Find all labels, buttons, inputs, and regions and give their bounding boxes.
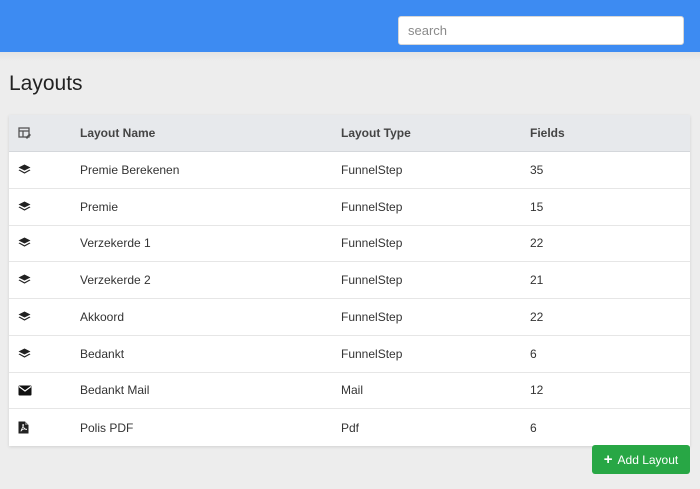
- table-header: Layout Name Layout Type Fields: [9, 115, 690, 152]
- layout-type-cell: FunnelStep: [341, 346, 403, 361]
- layout-type-cell: FunnelStep: [341, 236, 403, 251]
- layers-icon: [9, 237, 80, 249]
- page-title: Layouts: [9, 72, 83, 95]
- layers-icon: [9, 164, 80, 176]
- fields-count-cell: 22: [530, 236, 544, 251]
- table-edit-icon: [9, 126, 80, 140]
- layout-type-cell: Pdf: [341, 420, 360, 435]
- search-input[interactable]: [398, 16, 684, 45]
- column-header-fields[interactable]: Fields: [530, 126, 690, 140]
- layouts-table: Layout Name Layout Type Fields Premie Be…: [9, 115, 690, 446]
- navbar-divider: [0, 52, 700, 61]
- layout-type-cell: Mail: [341, 383, 364, 398]
- layout-name-cell[interactable]: Verzekerde 2: [80, 273, 341, 287]
- fields-count-cell: 21: [530, 273, 544, 288]
- layout-name-cell[interactable]: Verzekerde 1: [80, 236, 341, 250]
- fields-count-cell: 6: [530, 420, 537, 435]
- layout-type-cell: FunnelStep: [341, 273, 403, 288]
- envelope-icon: [9, 385, 80, 396]
- table-row[interactable]: Premie Berekenen FunnelStep 35: [9, 152, 690, 189]
- table-row[interactable]: Akkoord FunnelStep 22: [9, 299, 690, 336]
- layout-type-cell: FunnelStep: [341, 162, 403, 177]
- layers-icon: [9, 311, 80, 323]
- fields-count-cell: 15: [530, 199, 544, 214]
- layout-name-cell[interactable]: Bedankt Mail: [80, 383, 341, 397]
- table-row[interactable]: Bedankt Mail Mail 12: [9, 373, 690, 410]
- table-body: Premie Berekenen FunnelStep 35 Premie Funnel…: [9, 152, 690, 446]
- fields-count-cell: 12: [530, 383, 544, 398]
- layout-name-cell[interactable]: Premie Berekenen: [80, 163, 341, 177]
- layout-name-cell[interactable]: Bedankt: [80, 347, 341, 361]
- layout-name-cell[interactable]: Premie: [80, 200, 341, 214]
- layers-icon: [9, 348, 80, 360]
- fields-count-cell: 22: [530, 309, 544, 324]
- layout-name-cell[interactable]: Polis PDF: [80, 421, 341, 435]
- top-navbar: [0, 0, 700, 52]
- add-layout-label: Add Layout: [617, 452, 679, 467]
- pdf-file-icon: [9, 421, 80, 434]
- table-row[interactable]: Verzekerde 1 FunnelStep 22: [9, 226, 690, 263]
- table-row[interactable]: Bedankt FunnelStep 6: [9, 336, 690, 373]
- fields-count-cell: 6: [530, 346, 537, 361]
- table-row[interactable]: Premie FunnelStep 15: [9, 189, 690, 226]
- layout-name-cell[interactable]: Akkoord: [80, 310, 341, 324]
- fields-count-cell: 35: [530, 162, 544, 177]
- layers-icon: [9, 274, 80, 286]
- add-layout-button[interactable]: + Add Layout: [592, 445, 690, 474]
- column-header-layout-name[interactable]: Layout Name: [80, 126, 341, 140]
- layout-type-cell: FunnelStep: [341, 309, 403, 324]
- column-header-layout-type[interactable]: Layout Type: [341, 126, 530, 140]
- table-row[interactable]: Polis PDF Pdf 6: [9, 409, 690, 446]
- plus-icon: +: [603, 451, 613, 468]
- layers-icon: [9, 201, 80, 213]
- table-row[interactable]: Verzekerde 2 FunnelStep 21: [9, 262, 690, 299]
- layout-type-cell: FunnelStep: [341, 199, 403, 214]
